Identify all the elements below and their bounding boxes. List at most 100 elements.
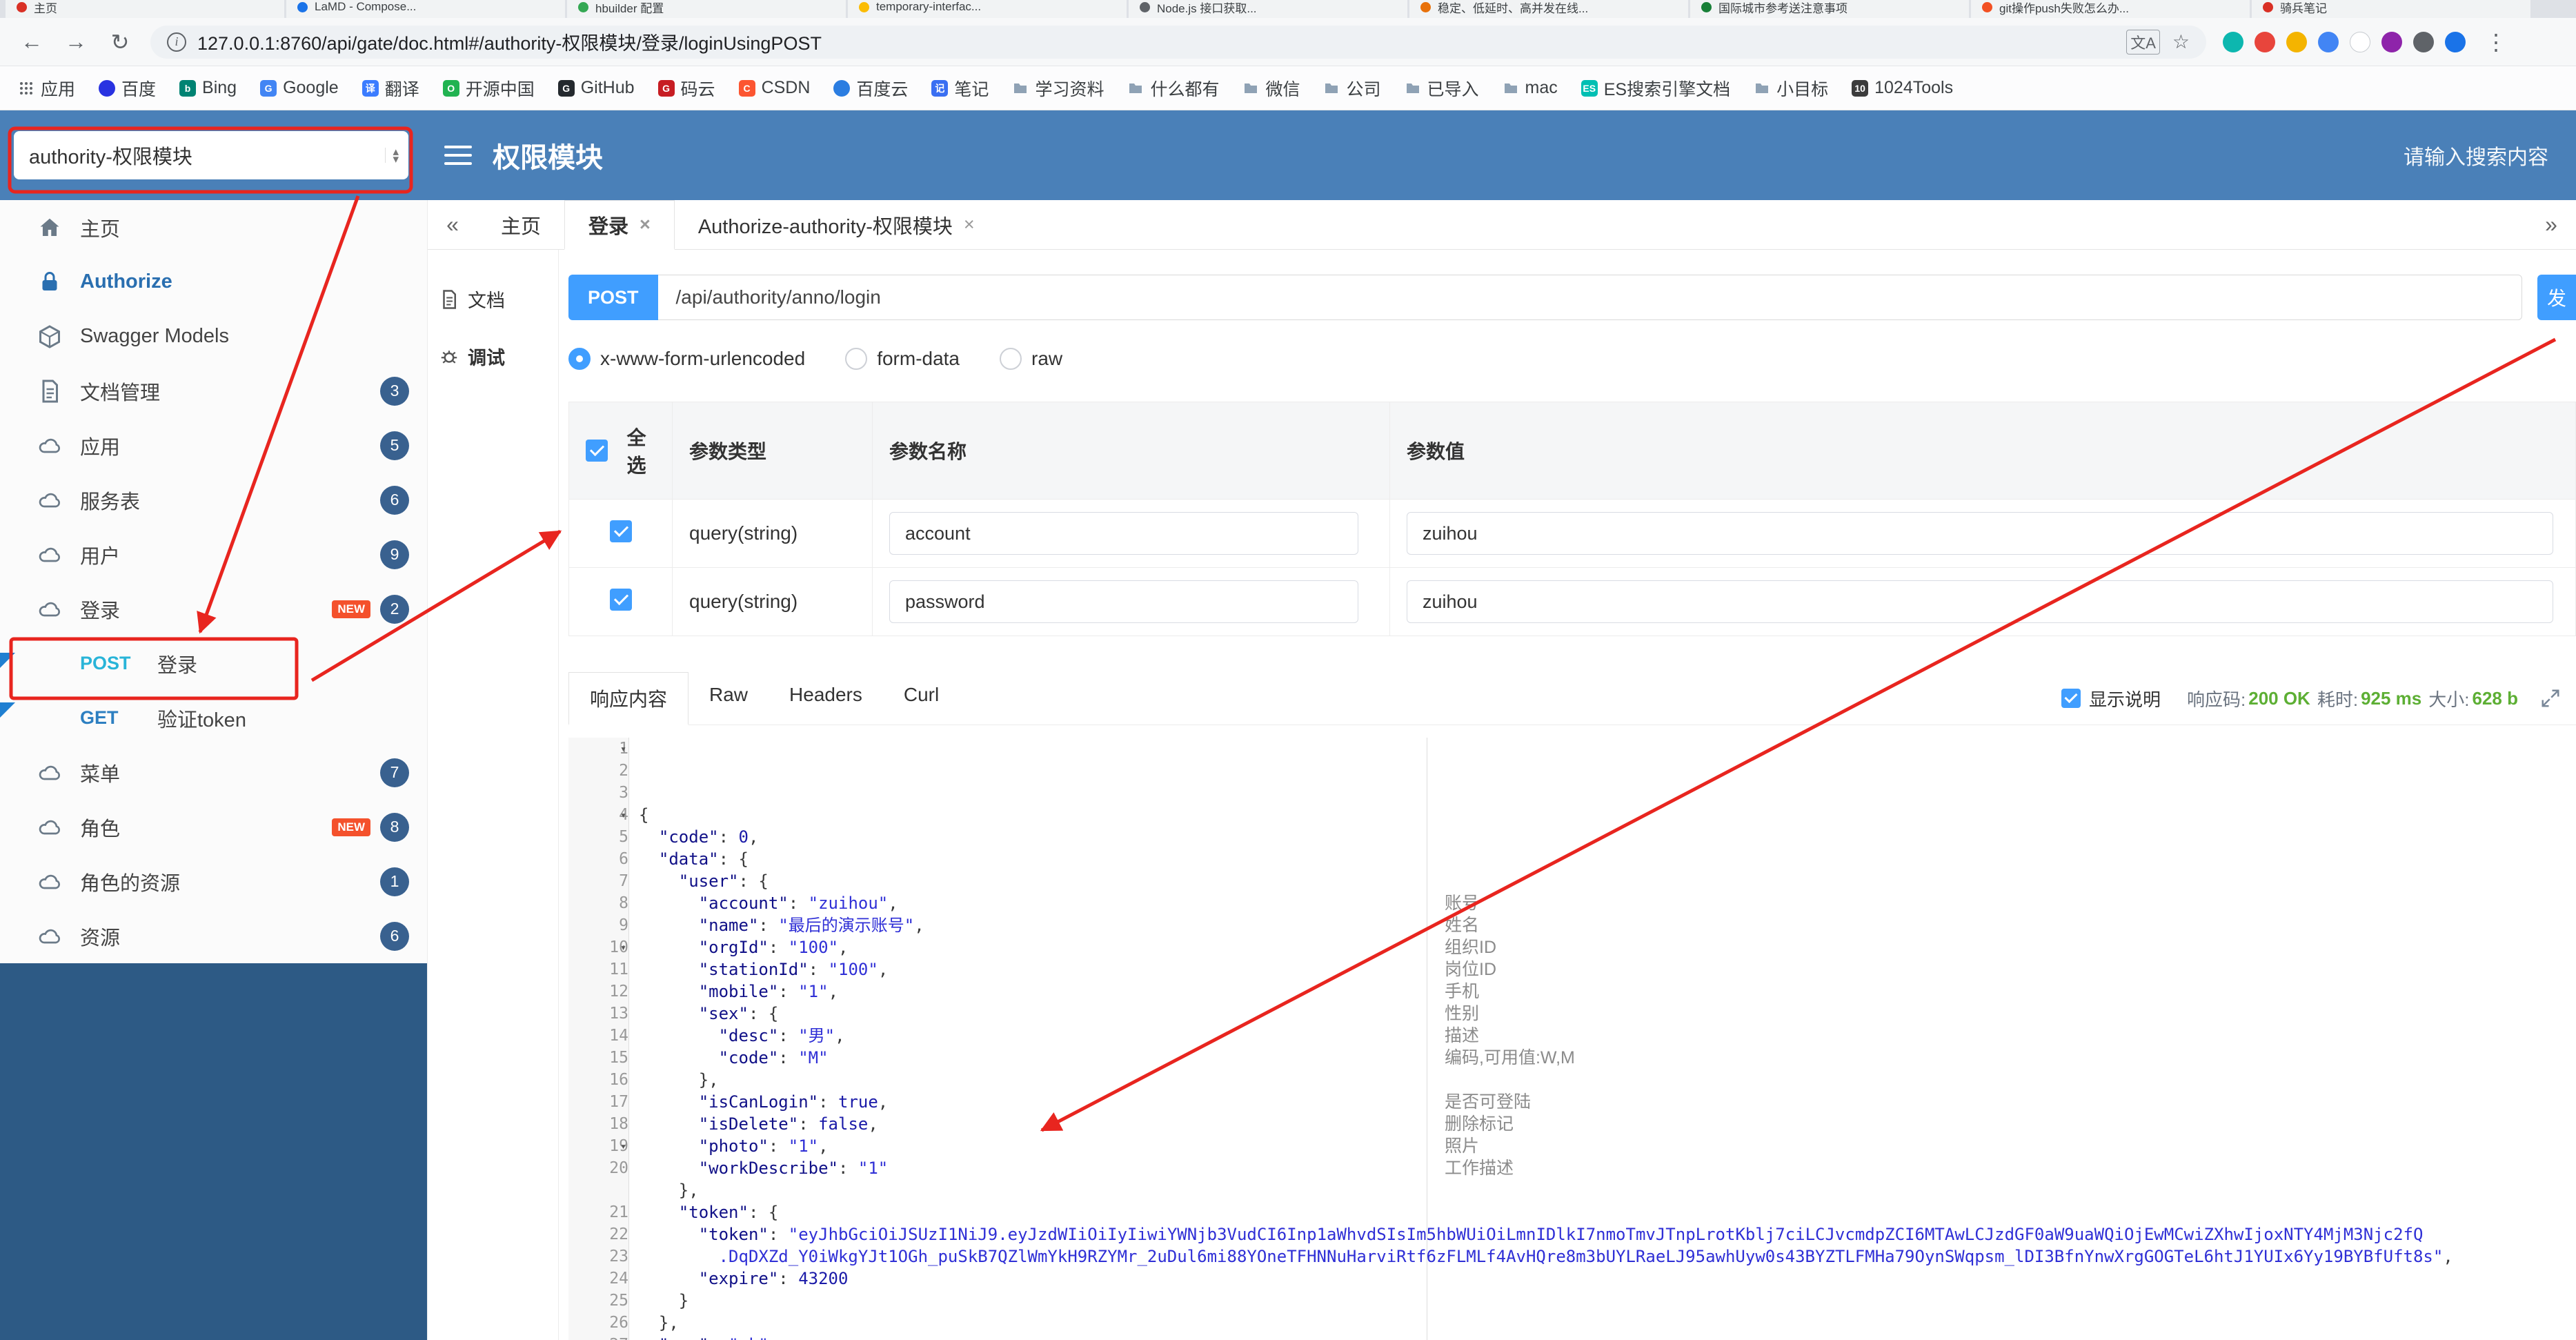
bookmark-CSDN[interactable]: C CSDN xyxy=(738,78,810,98)
fullscreen-icon[interactable] xyxy=(2540,688,2561,709)
doc-tab-登录[interactable]: 登录 × xyxy=(564,200,675,250)
mini-nav-调试[interactable]: 调试 xyxy=(428,328,558,385)
page-info-icon[interactable]: i xyxy=(167,32,186,52)
response-tab-Headers[interactable]: Headers xyxy=(769,672,883,725)
sidebar-item-文档管理[interactable]: 文档管理 3 xyxy=(0,364,427,418)
bookmark-ES搜索引擎文档[interactable]: ES ES搜索引擎文档 xyxy=(1581,76,1730,101)
forward-button[interactable]: → xyxy=(62,29,90,55)
show-desc-checkbox[interactable] xyxy=(2061,689,2081,708)
bookmark-Google[interactable]: G Google xyxy=(260,78,339,98)
doc-tab-Authorize-authority-权限模块[interactable]: Authorize-authority-权限模块 × xyxy=(675,200,998,249)
collapse-left-icon[interactable]: « xyxy=(428,200,477,249)
sidebar-item-label: 菜单 xyxy=(80,763,121,786)
radio-dot xyxy=(568,348,591,370)
bookmark-公司[interactable]: 公司 xyxy=(1323,76,1381,101)
bookmark-已导入[interactable]: 已导入 xyxy=(1405,76,1479,101)
row-checkbox[interactable] xyxy=(609,520,632,542)
sidebar-item-登录[interactable]: 登录 NEW 2 xyxy=(0,582,427,636)
radio-label: form-data xyxy=(877,348,960,369)
bookmark-百度云[interactable]: 百度云 xyxy=(833,76,908,101)
bookmark-应用[interactable]: 应用 xyxy=(18,76,75,101)
sidebar-item-服务表[interactable]: 服务表 6 xyxy=(0,473,427,527)
fold-icon[interactable]: ▾ xyxy=(620,936,626,958)
doc-tab-label: 登录 xyxy=(588,215,629,238)
sidebar-item-Authorize[interactable]: Authorize xyxy=(0,255,427,309)
send-button[interactable]: 发 xyxy=(2537,275,2576,320)
close-tab-icon[interactable]: × xyxy=(964,214,975,235)
sidebar-api-验证token[interactable]: GET 验证token xyxy=(0,691,427,745)
param-value-input[interactable]: zuihou xyxy=(1407,512,2553,555)
browser-tab[interactable]: 主页 xyxy=(6,0,284,18)
bookmark-GitHub[interactable]: G GitHub xyxy=(557,78,635,98)
bookmark-1024Tools[interactable]: 10 1024Tools xyxy=(1852,78,1953,98)
extension-icon[interactable] xyxy=(2255,31,2275,52)
extension-icon[interactable] xyxy=(2413,31,2434,52)
extension-icon[interactable] xyxy=(2350,31,2370,52)
gutter-line: 22 xyxy=(568,1223,628,1245)
param-value-input[interactable]: zuihou xyxy=(1407,580,2553,623)
browser-tab[interactable]: LaMD - Compose... xyxy=(286,0,565,18)
bookmark-百度[interactable]: 百度 xyxy=(99,76,156,101)
response-tab-Curl[interactable]: Curl xyxy=(883,672,960,725)
line-number: 26 xyxy=(609,1314,628,1332)
row-checkbox[interactable] xyxy=(609,588,632,611)
mini-nav-文档[interactable]: 文档 xyxy=(428,270,558,328)
sidebar-item-角色[interactable]: 角色 NEW 8 xyxy=(0,800,427,854)
fold-icon[interactable]: ▾ xyxy=(620,1135,626,1157)
extension-icon[interactable] xyxy=(2381,31,2402,52)
sidebar-item-菜单[interactable]: 菜单 7 xyxy=(0,745,427,800)
sidebar-api-登录[interactable]: POST 登录 xyxy=(0,636,427,691)
sidebar-item-角色的资源[interactable]: 角色的资源 1 xyxy=(0,854,427,909)
sidebar-item-主页[interactable]: 主页 xyxy=(0,200,427,255)
extension-icon[interactable] xyxy=(2286,31,2307,52)
response-tab-响应内容[interactable]: 响应内容 xyxy=(568,672,689,725)
hamburger-icon[interactable] xyxy=(444,146,472,165)
sidebar-item-Swagger Models[interactable]: Swagger Models xyxy=(0,309,427,364)
sidebar-item-应用[interactable]: 应用 5 xyxy=(0,418,427,473)
address-bar[interactable]: i 127.0.0.1:8760/api/gate/doc.html#/auth… xyxy=(150,25,2206,59)
close-tab-icon[interactable]: × xyxy=(640,214,651,235)
browser-tab[interactable]: 国际城市参考送注意事项 xyxy=(1690,0,1969,18)
browser-tab[interactable]: temporary-interfac... xyxy=(848,0,1127,18)
browser-tab[interactable]: hbuilder 配置 xyxy=(567,0,846,18)
fold-icon[interactable]: ▾ xyxy=(620,738,626,760)
bookmark-学习资料[interactable]: 学习资料 xyxy=(1012,76,1104,101)
param-name-input[interactable]: account xyxy=(889,512,1358,555)
browser-tab[interactable]: Node.js 接口获取... xyxy=(1129,0,1407,18)
fold-icon[interactable]: ▾ xyxy=(620,804,626,826)
bookmark-开源中国[interactable]: O 开源中国 xyxy=(442,76,535,101)
bookmark-微信[interactable]: 微信 xyxy=(1242,76,1300,101)
radio-raw[interactable]: raw xyxy=(1000,348,1062,370)
bookmark-翻译[interactable]: 译翻译 xyxy=(361,76,419,101)
api-path-input[interactable]: /api/authority/anno/login xyxy=(657,275,2522,320)
browser-tab[interactable]: 骑兵笔记 xyxy=(2252,0,2530,18)
translate-icon[interactable]: 文A xyxy=(2126,29,2160,55)
param-name-input[interactable]: password xyxy=(889,580,1358,623)
search-input[interactable]: 请输入搜索内容 xyxy=(2404,140,2548,170)
sidebar-item-用户[interactable]: 用户 9 xyxy=(0,527,427,582)
radio-x-www-form-urlencoded[interactable]: x-www-form-urlencoded xyxy=(568,348,805,370)
bookmark-star-icon[interactable]: ☆ xyxy=(2172,30,2190,53)
doc-tab-主页[interactable]: 主页 xyxy=(477,200,564,249)
sidebar-item-资源[interactable]: 资源 6 xyxy=(0,909,427,963)
radio-form-data[interactable]: form-data xyxy=(845,348,960,370)
extension-icon[interactable] xyxy=(2445,31,2466,52)
browser-tab[interactable]: 稳定、低延时、高并发在线... xyxy=(1409,0,1688,18)
bookmark-Bing[interactable]: b Bing xyxy=(179,78,237,98)
module-select[interactable]: authority-权限模块 ▴ ▾ xyxy=(14,131,408,179)
bookmark-什么都有[interactable]: 什么都有 xyxy=(1127,76,1219,101)
bookmark-mac[interactable]: mac xyxy=(1503,78,1558,98)
back-button[interactable]: ← xyxy=(18,29,46,55)
response-tab-Raw[interactable]: Raw xyxy=(688,672,769,725)
bookmark-笔记[interactable]: 记笔记 xyxy=(931,76,989,101)
extension-icon[interactable] xyxy=(2223,31,2243,52)
browser-menu-icon[interactable]: ⋮ xyxy=(2482,29,2510,55)
editor-code[interactable]: { "code": 0, "data": { "user": { "accoun… xyxy=(629,738,2576,1340)
select-all-checkbox[interactable] xyxy=(586,440,608,462)
extension-icon[interactable] xyxy=(2318,31,2339,52)
collapse-right-icon[interactable]: » xyxy=(2526,200,2576,249)
reload-button[interactable]: ↻ xyxy=(106,29,134,55)
bookmark-小目标[interactable]: 小目标 xyxy=(1754,76,1828,101)
bookmark-码云[interactable]: G 码云 xyxy=(657,76,715,101)
browser-tab[interactable]: git操作push失败怎么办... xyxy=(1971,0,2250,18)
